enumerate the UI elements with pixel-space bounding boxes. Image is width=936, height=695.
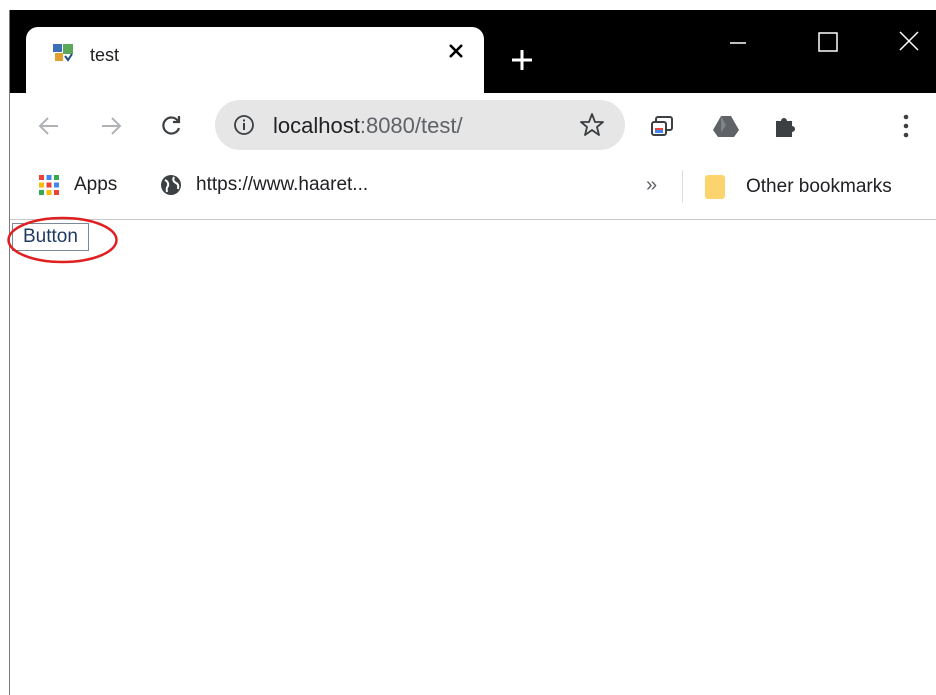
url-path: :8080/test/ bbox=[359, 113, 463, 138]
address-bar[interactable]: localhost:8080/test/ bbox=[215, 100, 625, 150]
bookmarks-bar: Apps https://www.haaret... » Other bookm… bbox=[10, 158, 936, 220]
maximize-icon[interactable] bbox=[808, 28, 848, 58]
google-drive-icon[interactable] bbox=[712, 113, 740, 139]
star-icon[interactable] bbox=[579, 112, 605, 138]
close-icon[interactable] bbox=[448, 41, 464, 63]
tab-test[interactable]: test bbox=[26, 27, 484, 93]
plus-icon[interactable] bbox=[510, 48, 534, 72]
title-bar: test bbox=[10, 10, 936, 93]
back-arrow-icon[interactable] bbox=[36, 113, 62, 139]
reload-icon[interactable] bbox=[158, 113, 184, 139]
info-icon[interactable] bbox=[233, 114, 255, 136]
tab-title: test bbox=[90, 45, 120, 65]
forward-arrow-icon[interactable] bbox=[98, 113, 124, 139]
page-content: Button bbox=[7, 216, 936, 695]
page-button[interactable]: Button bbox=[12, 223, 89, 251]
bookmark-apps[interactable]: Apps bbox=[38, 174, 117, 196]
app-favicon-icon bbox=[52, 42, 74, 62]
bookmark-apps-label: Apps bbox=[74, 174, 118, 195]
kebab-menu-icon[interactable] bbox=[892, 113, 920, 139]
cast-icon[interactable] bbox=[650, 113, 678, 139]
folder-icon bbox=[704, 174, 726, 200]
url-text[interactable]: localhost:8080/test/ bbox=[273, 113, 463, 139]
bookmark-haaretz-label: https://www.haaret... bbox=[196, 174, 369, 195]
bookmarks-separator bbox=[682, 170, 683, 202]
url-host: localhost bbox=[273, 113, 360, 138]
bookmark-haaretz[interactable]: https://www.haaret... bbox=[160, 174, 368, 196]
browser-toolbar: localhost:8080/test/ bbox=[10, 93, 936, 158]
globe-icon bbox=[160, 174, 182, 196]
close-window-icon[interactable] bbox=[890, 28, 930, 58]
extensions-icon[interactable] bbox=[772, 113, 800, 139]
apps-grid-icon bbox=[38, 174, 60, 196]
bookmark-other-label: Other bookmarks bbox=[746, 176, 892, 197]
bookmarks-overflow-chevron[interactable]: » bbox=[646, 174, 657, 197]
bookmark-other[interactable]: Other bookmarks bbox=[704, 174, 892, 200]
minimize-icon[interactable] bbox=[718, 28, 758, 58]
